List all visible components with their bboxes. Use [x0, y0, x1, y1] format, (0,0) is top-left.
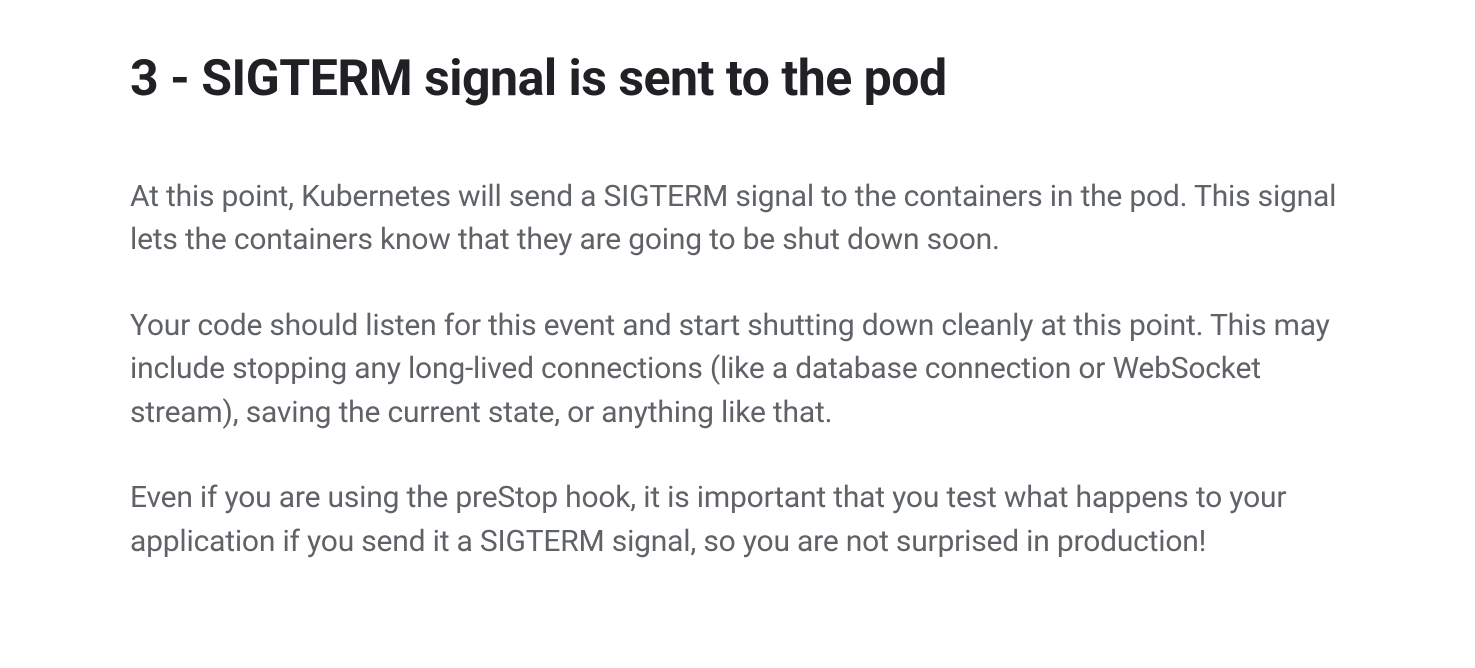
body-paragraph: Even if you are using the preStop hook, … [130, 476, 1345, 563]
body-paragraph: At this point, Kubernetes will send a SI… [130, 175, 1345, 262]
section-heading: 3 - SIGTERM signal is sent to the pod [130, 48, 1345, 111]
body-paragraph: Your code should listen for this event a… [130, 304, 1345, 435]
